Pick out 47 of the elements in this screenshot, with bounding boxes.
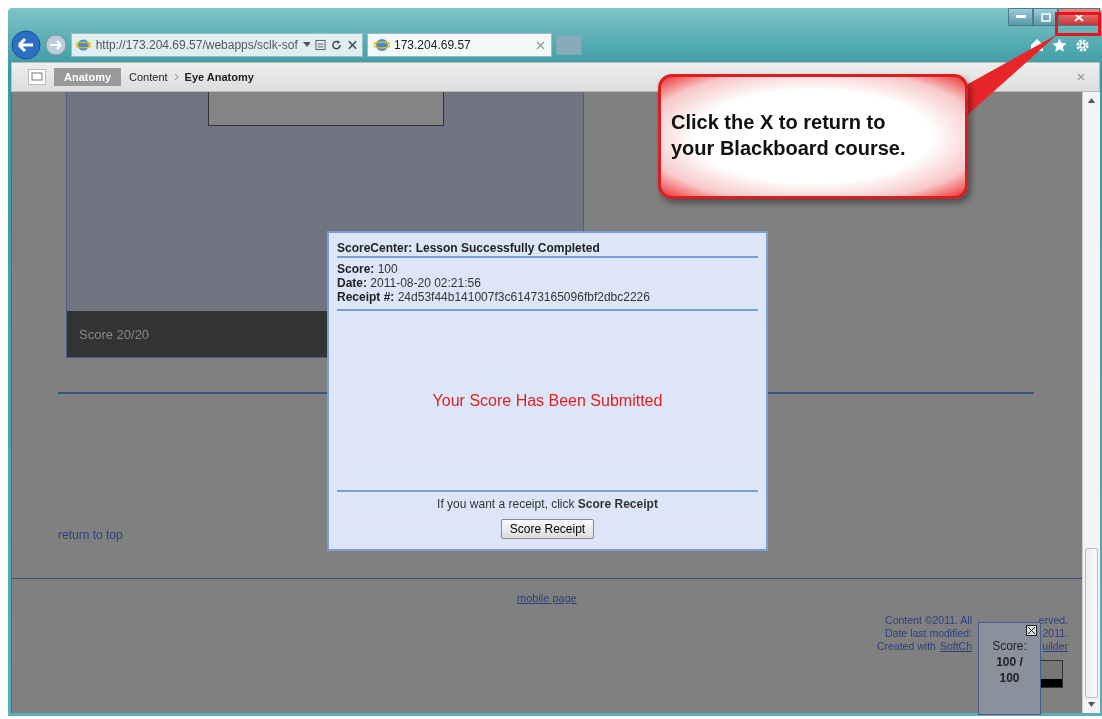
url-text: http://173.204.69.57/webapps/sclk-sof — [95, 38, 298, 52]
browser-logo-icon — [76, 37, 91, 53]
refresh-icon[interactable] — [331, 39, 342, 51]
dropdown-caret-icon[interactable] — [302, 42, 311, 48]
mobile-page-link[interactable]: mobile page — [517, 592, 577, 604]
star-icon[interactable] — [1052, 37, 1067, 53]
button-fragment — [1039, 660, 1063, 688]
breadcrumb-item: Eye Anatomy — [184, 71, 254, 83]
maximize-icon — [1040, 12, 1051, 22]
settings-icon[interactable] — [1075, 37, 1090, 53]
address-bar[interactable]: http://173.204.69.57/webapps/sclk-sof — [71, 33, 363, 57]
field-row-text: Date: 2011-08-20 02:21:56 — [337, 276, 482, 290]
compatibility-icon[interactable] — [315, 39, 327, 51]
score-receipt-button[interactable]: Score Receipt — [500, 519, 595, 539]
footer-text: 2011. — [1042, 627, 1068, 640]
return-to-top-link[interactable]: return to top — [58, 528, 123, 542]
highlight-frame — [1055, 12, 1101, 36]
footer-text: Content ©2011. All — [885, 614, 972, 627]
field-row-text: Score: 100 — [337, 262, 399, 276]
scroll-thumb[interactable] — [1085, 548, 1098, 698]
footer-text: Created with — [876, 640, 936, 653]
close-icon — [1074, 12, 1084, 22]
minimize-icon — [1015, 15, 1026, 19]
scroll-down-icon[interactable] — [1088, 702, 1095, 707]
stop-icon[interactable] — [347, 39, 358, 51]
scrollbar[interactable] — [1082, 92, 1100, 713]
footer-link[interactable]: SoftCh — [939, 640, 972, 653]
close-icon[interactable] — [1026, 625, 1037, 636]
score-value: 100 / 100 — [995, 654, 1024, 686]
browser-tab[interactable]: 173.204.69.57 — [367, 33, 552, 57]
status-message: Your Score Has Been Submitted — [337, 311, 758, 492]
breadcrumb-item[interactable]: Content — [129, 71, 168, 83]
callout-box: Click the X to return to your Blackboard course. — [658, 74, 968, 199]
score-label: Score: — [992, 639, 1027, 653]
footer-text: Date last modified: — [885, 627, 972, 640]
scroll-up-icon[interactable] — [1088, 98, 1095, 103]
field-row-text: Receipt #: 24d53f44b141007f3c61473165096fbf2dbc2226 — [337, 290, 651, 304]
footer-link[interactable]: uilder — [1042, 640, 1068, 653]
menu-toggle-icon[interactable] — [28, 69, 46, 85]
chevron-icon — [173, 73, 179, 81]
close-tab-icon[interactable] — [536, 40, 545, 50]
course-tab[interactable]: Anatomy — [54, 68, 122, 86]
browser-logo-icon — [374, 37, 390, 53]
minimize-button[interactable] — [1008, 8, 1033, 26]
dialog-title: ScoreCenter: Lesson Successfully Completed — [337, 241, 758, 258]
footer-text: erved. — [1038, 614, 1068, 627]
hint-text: If you want a receipt, click Score Receipt — [436, 497, 659, 511]
